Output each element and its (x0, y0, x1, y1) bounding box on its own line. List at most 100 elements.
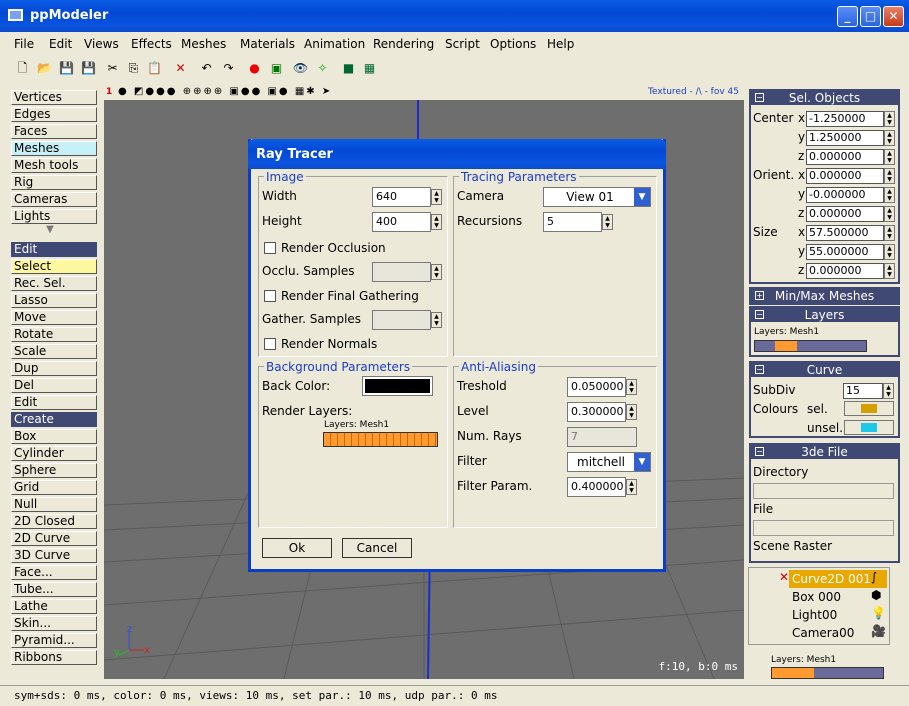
chevron-down-icon[interactable]: ▼ (634, 188, 650, 206)
render-icon[interactable]: ● (246, 60, 263, 77)
menu-materials[interactable]: Materials (240, 37, 295, 51)
view-single-icon[interactable]: ■ (340, 60, 357, 77)
gather-samples-spinner[interactable]: ▲ ▼ (431, 312, 442, 328)
mode-rig[interactable]: Rig (11, 175, 97, 190)
orient-x-input[interactable]: 0.000000 (806, 168, 884, 184)
sel-colour-button[interactable] (844, 401, 894, 416)
menu-script[interactable]: Script (445, 37, 480, 51)
picture-icon[interactable]: ▣ (268, 60, 285, 77)
orient-y-input[interactable]: -0.000000 (806, 187, 884, 203)
list-item[interactable]: Light00 💡 (749, 606, 887, 624)
filter-dropdown[interactable]: mitchell ▼ (567, 452, 651, 472)
chevron-down-icon[interactable]: ▼ (634, 453, 650, 471)
num-rays-input[interactable]: 7 (567, 427, 637, 447)
orient-x-spinner[interactable]: ▲ ▼ (884, 168, 895, 184)
filter-param-spinner[interactable]: ▲ ▼ (626, 479, 637, 495)
mode-vertices[interactable]: Vertices (11, 90, 97, 105)
orient-y-spinner[interactable]: ▲ ▼ (884, 187, 895, 203)
size-z-input[interactable]: 0.000000 (806, 263, 884, 279)
tool-dup[interactable]: Dup (11, 361, 97, 376)
back-color-button[interactable] (362, 376, 433, 396)
menu-effects[interactable]: Effects (131, 37, 172, 51)
dialog-title-bar[interactable]: Ray Tracer (248, 139, 666, 169)
cancel-button[interactable]: Cancel (342, 538, 412, 558)
center-x-spinner[interactable]: ▲ ▼ (884, 111, 895, 127)
menu-rendering[interactable]: Rendering (373, 37, 434, 51)
curve-title[interactable]: − Curve (751, 363, 898, 377)
copy-icon[interactable]: ⎘ (125, 60, 142, 77)
view-quad-icon[interactable]: ▦ (361, 60, 378, 77)
tool-move[interactable]: Move (11, 310, 97, 325)
create-2d-curve[interactable]: 2D Curve (11, 531, 97, 546)
subdiv-spinner[interactable]: ▲ ▼ (883, 383, 894, 399)
create-3d-curve[interactable]: 3D Curve (11, 548, 97, 563)
center-x-input[interactable]: -1.250000 (806, 111, 884, 127)
menu-views[interactable]: Views (84, 37, 119, 51)
delete-icon[interactable]: ✕ (172, 60, 189, 77)
subdiv-input[interactable]: 15 (843, 383, 883, 399)
create-sphere[interactable]: Sphere (11, 463, 97, 478)
dialog-layers-strip[interactable] (323, 432, 438, 447)
occlu-samples-spinner[interactable]: ▲ ▼ (431, 264, 442, 280)
orient-z-input[interactable]: 0.000000 (806, 206, 884, 222)
create-tube[interactable]: Tube... (11, 582, 97, 597)
maximize-button[interactable]: □ (860, 6, 881, 27)
menu-help[interactable]: Help (547, 37, 574, 51)
new-icon[interactable]: 🗋 (14, 60, 31, 77)
center-z-spinner[interactable]: ▲ ▼ (884, 149, 895, 165)
size-x-spinner[interactable]: ▲ ▼ (884, 225, 895, 241)
create-2d-closed[interactable]: 2D Closed (11, 514, 97, 529)
tool-rotate[interactable]: Rotate (11, 327, 97, 342)
width-input[interactable]: 640 (372, 187, 431, 207)
size-x-input[interactable]: 57.500000 (806, 225, 884, 241)
mode-lights[interactable]: Lights (11, 209, 97, 224)
render-occlusion-checkbox[interactable] (264, 242, 276, 254)
treshold-input[interactable]: 0.050000 (567, 377, 626, 397)
save-as-icon[interactable]: 💾 (80, 60, 97, 77)
create-null[interactable]: Null (11, 497, 97, 512)
mode-meshes[interactable]: Meshes (11, 141, 97, 156)
level-spinner[interactable]: ▲ ▼ (626, 404, 637, 420)
mode-edges[interactable]: Edges (11, 107, 97, 122)
mode-mesh-tools[interactable]: Mesh tools (11, 158, 97, 173)
sel-objects-title[interactable]: − Sel. Objects (751, 91, 898, 105)
camera-dropdown[interactable]: View 01 ▼ (543, 187, 651, 207)
render-normals-checkbox[interactable] (264, 338, 276, 350)
center-y-spinner[interactable]: ▲ ▼ (884, 130, 895, 146)
tool-del[interactable]: Del (11, 378, 97, 393)
tool-rec-sel[interactable]: Rec. Sel. (11, 276, 97, 291)
create-ribbons[interactable]: Ribbons (11, 650, 97, 665)
minmax-title[interactable]: + Min/Max Meshes (751, 289, 898, 303)
list-item[interactable]: ✕ Curve2D 001 ∫ (749, 570, 887, 588)
create-box[interactable]: Box (11, 429, 97, 444)
directory-field[interactable] (753, 483, 894, 499)
paste-icon[interactable]: 📋 (146, 60, 163, 77)
treshold-spinner[interactable]: ▲ ▼ (626, 379, 637, 395)
viewport-tool-icons[interactable]: ● ◩●●● ⊕⊕⊕⊕ ▣●● ▣● ▦✱ ➤ (118, 86, 332, 97)
save-icon[interactable]: 💾 (58, 60, 75, 77)
create-skin[interactable]: Skin... (11, 616, 97, 631)
center-z-input[interactable]: 0.000000 (806, 149, 884, 165)
ok-button[interactable]: Ok (262, 538, 332, 558)
menu-animation[interactable]: Animation (304, 37, 365, 51)
orient-z-spinner[interactable]: ▲ ▼ (884, 206, 895, 222)
mode-cameras[interactable]: Cameras (11, 192, 97, 207)
menu-file[interactable]: File (14, 37, 34, 51)
layers-title[interactable]: − Layers (751, 308, 898, 322)
center-y-input[interactable]: 1.250000 (806, 130, 884, 146)
size-z-spinner[interactable]: ▲ ▼ (884, 263, 895, 279)
level-input[interactable]: 0.300000 (567, 402, 626, 422)
close-button[interactable]: ✕ (883, 6, 904, 27)
collapse-arrow-icon[interactable]: ▼ (30, 225, 70, 235)
tool-select[interactable]: Select (11, 259, 97, 274)
minimize-button[interactable]: _ (837, 6, 858, 27)
tool-lasso[interactable]: Lasso (11, 293, 97, 308)
viewport-number[interactable]: 1 (106, 87, 112, 97)
filter-param-input[interactable]: 0.400000 (567, 477, 626, 497)
excluded-icon[interactable]: ✕ (779, 570, 789, 584)
height-input[interactable]: 400 (372, 212, 431, 232)
recursions-input[interactable]: 5 (543, 212, 602, 232)
menu-options[interactable]: Options (490, 37, 536, 51)
redo-icon[interactable]: ↷ (220, 60, 237, 77)
3de-file-title[interactable]: −3de File (751, 445, 898, 459)
